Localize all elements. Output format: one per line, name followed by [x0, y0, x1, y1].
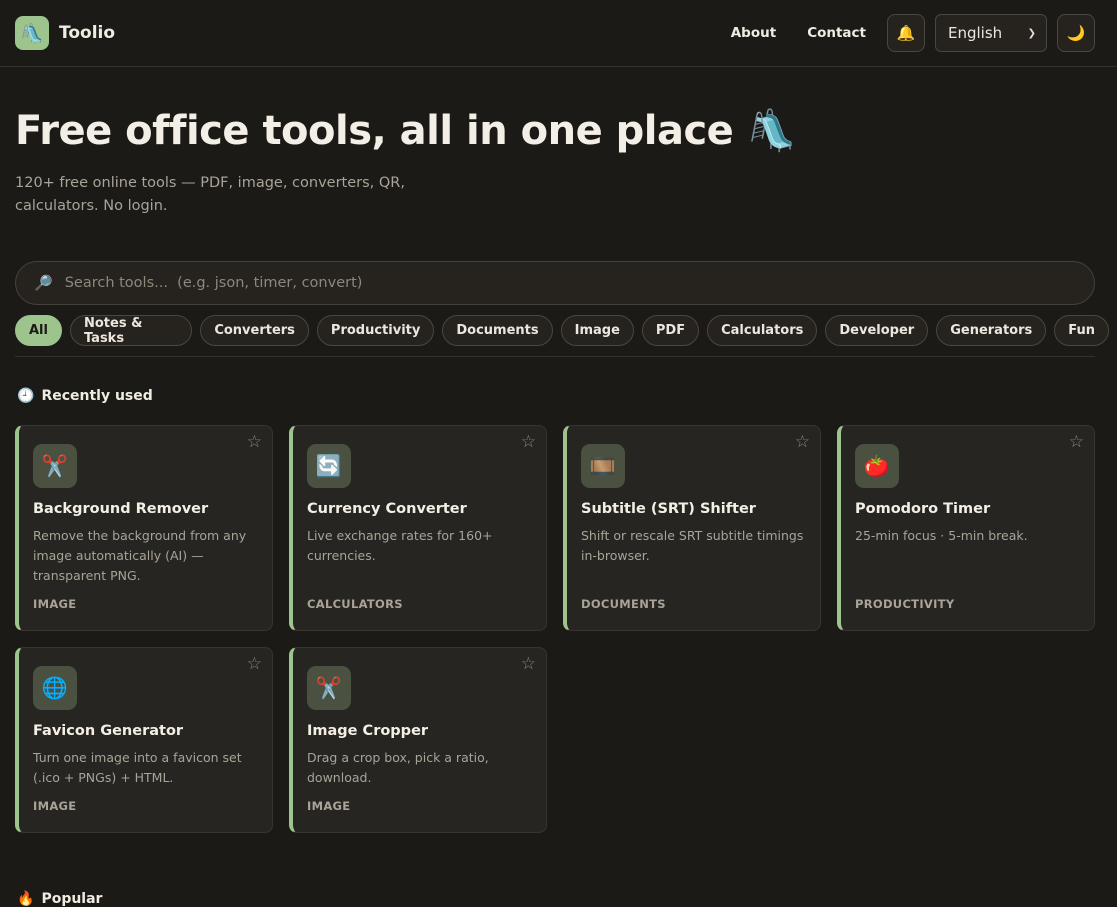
- section-label: Popular: [41, 891, 103, 907]
- divider: [15, 356, 1095, 357]
- chip-pdf[interactable]: PDF: [641, 315, 700, 346]
- clock-icon: 🕘: [17, 388, 35, 404]
- page-title: Free office tools, all in one place 🛝: [15, 108, 797, 154]
- tomato-icon: 🍅: [855, 444, 899, 488]
- language-select[interactable]: English ❯: [935, 14, 1047, 52]
- chip-documents[interactable]: Documents: [442, 315, 553, 346]
- tool-card-currency-converter[interactable]: 🔄 ☆ Currency Converter Live exchange rat…: [289, 425, 547, 631]
- moon-icon: 🌙: [1066, 24, 1086, 42]
- tool-card-image-cropper[interactable]: ✂️ ☆ Image Cropper Drag a crop box, pick…: [289, 647, 547, 833]
- tool-category: IMAGE: [33, 597, 77, 611]
- slide-logo-icon: 🛝: [15, 16, 49, 50]
- page-subtitle: 120+ free online tools — PDF, image, con…: [15, 175, 405, 214]
- search-icon: 🔎: [34, 274, 53, 292]
- top-bar: 🛝 Toolio About Contact 🔔 English ❯ 🌙: [0, 0, 1117, 67]
- language-value: English: [948, 24, 1003, 42]
- tool-category: CALCULATORS: [307, 597, 403, 611]
- star-icon[interactable]: ☆: [521, 654, 536, 674]
- nav-contact-link[interactable]: Contact: [807, 25, 866, 41]
- tool-description: Turn one image into a favicon set (.ico …: [33, 750, 242, 785]
- search-input[interactable]: [64, 275, 1094, 291]
- chip-image[interactable]: Image: [560, 315, 634, 346]
- fire-icon: 🔥: [17, 891, 35, 907]
- star-icon[interactable]: ☆: [521, 432, 536, 452]
- chevron-down-icon: ❯: [1027, 27, 1036, 39]
- chip-notes-tasks[interactable]: Notes & Tasks: [69, 315, 193, 346]
- main-nav: About Contact 🔔 English ❯ 🌙: [731, 14, 1095, 52]
- chip-developer[interactable]: Developer: [825, 315, 929, 346]
- tool-card-background-remover[interactable]: ✂️ ☆ Background Remover Remove the backg…: [15, 425, 273, 631]
- tool-card-subtitle-shifter[interactable]: 🎞️ ☆ Subtitle (SRT) Shifter Shift or res…: [563, 425, 821, 631]
- tool-title: Favicon Generator: [33, 723, 184, 739]
- chip-all[interactable]: All: [15, 315, 62, 346]
- notifications-button[interactable]: 🔔: [887, 14, 925, 52]
- tool-title: Background Remover: [33, 501, 209, 517]
- tool-title: Pomodoro Timer: [855, 501, 991, 517]
- tool-description: Drag a crop box, pick a ratio, download.: [307, 750, 489, 785]
- star-icon[interactable]: ☆: [1069, 432, 1084, 452]
- tool-title: Image Cropper: [307, 723, 429, 739]
- tool-description: 25-min focus · 5-min break.: [855, 528, 1028, 543]
- scissors-icon: ✂️: [307, 666, 351, 710]
- star-icon[interactable]: ☆: [247, 654, 262, 674]
- brand[interactable]: 🛝 Toolio: [15, 16, 115, 50]
- tool-description: Shift or rescale SRT subtitle timings in…: [581, 528, 804, 563]
- star-icon[interactable]: ☆: [247, 432, 262, 452]
- tool-category: IMAGE: [307, 799, 351, 813]
- theme-toggle-button[interactable]: 🌙: [1057, 14, 1095, 52]
- tool-description: Remove the background from any image aut…: [33, 528, 247, 583]
- tool-category: IMAGE: [33, 799, 77, 813]
- brand-name: Toolio: [59, 23, 116, 43]
- category-filters: All Notes & Tasks Converters Productivit…: [15, 315, 1117, 346]
- tool-title: Currency Converter: [307, 501, 467, 517]
- star-icon[interactable]: ☆: [795, 432, 810, 452]
- section-label: Recently used: [41, 388, 153, 404]
- tool-category: PRODUCTIVITY: [855, 597, 955, 611]
- chip-calculators[interactable]: Calculators: [707, 315, 818, 346]
- tool-category: DOCUMENTS: [581, 597, 666, 611]
- chip-converters[interactable]: Converters: [200, 315, 309, 346]
- tool-description: Live exchange rates for 160+ currencies.: [307, 528, 493, 563]
- scissors-icon: ✂️: [33, 444, 77, 488]
- nav-about-link[interactable]: About: [731, 25, 776, 41]
- popular-heading: 🔥 Popular: [17, 891, 102, 907]
- recently-used-heading: 🕘 Recently used: [17, 388, 153, 404]
- refresh-icon: 🔄: [307, 444, 351, 488]
- globe-icon: 🌐: [33, 666, 77, 710]
- chip-generators[interactable]: Generators: [936, 315, 1047, 346]
- chip-productivity[interactable]: Productivity: [316, 315, 435, 346]
- search-bar: 🔎: [15, 261, 1095, 305]
- chip-fun[interactable]: Fun: [1054, 315, 1109, 346]
- film-icon: 🎞️: [581, 444, 625, 488]
- tool-title: Subtitle (SRT) Shifter: [581, 501, 756, 517]
- bell-icon: 🔔: [896, 24, 916, 42]
- tool-card-pomodoro-timer[interactable]: 🍅 ☆ Pomodoro Timer 25-min focus · 5-min …: [837, 425, 1095, 631]
- tool-card-favicon-generator[interactable]: 🌐 ☆ Favicon Generator Turn one image int…: [15, 647, 273, 833]
